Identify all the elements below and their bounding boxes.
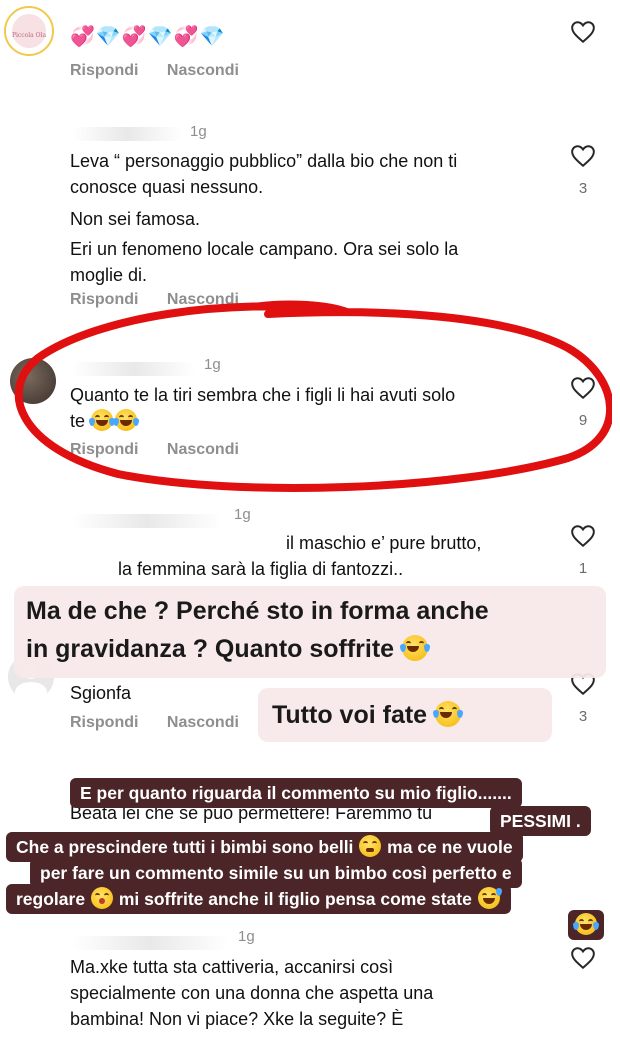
comment-line: la femmina sarà la figlia di fantozzi.. bbox=[118, 559, 404, 579]
caption-line-text: regolare bbox=[16, 889, 86, 909]
comment-time: 1g bbox=[190, 123, 207, 140]
hide-button[interactable]: Nascondi bbox=[167, 714, 239, 731]
tears-of-joy-emoji-icon bbox=[400, 635, 431, 661]
comment-line: Non sei famosa. bbox=[70, 209, 201, 229]
comment-line: Ma.xke tutta sta cattiveria, accanirsi c… bbox=[70, 957, 394, 977]
comment-line: il maschio e’ pure brutto, bbox=[286, 533, 482, 553]
comment-emoji-text: 💞💎💞💎💞💎 bbox=[70, 26, 226, 48]
comment-text: Leva “ personaggio pubblico” dalla bio c… bbox=[70, 148, 550, 288]
comment-line: bambina! Non vi piace? Xke la seguite? È bbox=[70, 1009, 404, 1029]
comment-item: Piccola Ola 💞💎💞💎💞💎 Rispondi Nascondi bbox=[0, 0, 620, 95]
comment-line: Leva “ personaggio pubblico” dalla bio c… bbox=[70, 151, 458, 171]
comment-actions: Rispondi Nascondi bbox=[70, 62, 263, 80]
dark-caption-line: E per quanto riguarda il commento su mio… bbox=[70, 778, 522, 808]
caption-line-text: ma ce ne vuole bbox=[387, 837, 513, 857]
reply-button[interactable]: Rispondi bbox=[70, 714, 138, 731]
heart-icon[interactable] bbox=[570, 524, 596, 548]
comment-line: Eri un fenomeno locale campano. Ora sei … bbox=[70, 239, 459, 259]
heart-icon[interactable] bbox=[570, 20, 596, 44]
username-redacted bbox=[72, 127, 182, 141]
username-redacted bbox=[72, 936, 228, 950]
caption-line-text: mi soffrite anche il figlio pensa come s… bbox=[118, 889, 472, 909]
comment-time: 1g bbox=[238, 928, 255, 945]
caption-line: in gravidanza ? Quanto soffrite bbox=[26, 630, 594, 668]
heart-icon[interactable] bbox=[570, 946, 596, 970]
grinning-sweat-emoji-icon bbox=[477, 887, 502, 909]
comment-line: specialmente con una donna che aspetta u… bbox=[70, 983, 434, 1003]
story-caption-tutto-voi-fate: Tutto voi fate bbox=[258, 688, 552, 742]
comment-line: moglie di. bbox=[70, 265, 148, 285]
dark-caption-line: regolare mi soffrite anche il figlio pen… bbox=[6, 884, 511, 914]
like-count: 1 bbox=[578, 560, 588, 577]
tears-of-joy-emoji-icon bbox=[433, 701, 464, 727]
comment-text: il maschio e’ pure brutto, la femmina sa… bbox=[70, 530, 550, 582]
caption-line-text: in gravidanza ? Quanto soffrite bbox=[26, 635, 395, 663]
comment-line: conosce quasi nessuno. bbox=[70, 177, 264, 197]
caption-line: Ma de che ? Perché sto in forma anche bbox=[26, 597, 489, 625]
reply-button[interactable]: Rispondi bbox=[70, 62, 138, 79]
pleading-face-emoji-icon bbox=[359, 835, 382, 857]
avatar[interactable]: Piccola Ola bbox=[4, 6, 54, 56]
story-caption-gravidanza: Ma de che ? Perché sto in forma anche in… bbox=[14, 586, 606, 678]
comment-text: Ma.xke tutta sta cattiveria, accanirsi c… bbox=[70, 954, 550, 1032]
face-blowing-kiss-emoji-icon bbox=[90, 887, 113, 909]
avatar-logo-text: Piccola Ola bbox=[11, 32, 47, 39]
hide-button[interactable]: Nascondi bbox=[167, 62, 239, 79]
username-redacted bbox=[72, 514, 222, 528]
comment-item: 1g Ma.xke tutta sta cattiveria, accanirs… bbox=[0, 924, 620, 1040]
comment-item: 1g Leva “ personaggio pubblico” dalla bi… bbox=[0, 115, 620, 310]
like-count: 3 bbox=[578, 708, 588, 725]
comment-time: 1g bbox=[234, 506, 251, 523]
dark-caption-emoji bbox=[568, 910, 604, 940]
comment-item: 1g il maschio e’ pure brutto, la femmina… bbox=[0, 500, 620, 590]
comment-actions: Rispondi Nascondi bbox=[70, 714, 263, 732]
heart-icon[interactable] bbox=[570, 144, 596, 168]
caption-line-text: Che a prescindere tutti i bimbi sono bel… bbox=[16, 837, 354, 857]
caption-line-text: Tutto voi fate bbox=[272, 701, 428, 729]
tears-of-joy-emoji-icon bbox=[573, 913, 599, 935]
red-circle-annotation bbox=[14, 300, 612, 492]
like-count: 3 bbox=[578, 180, 588, 197]
